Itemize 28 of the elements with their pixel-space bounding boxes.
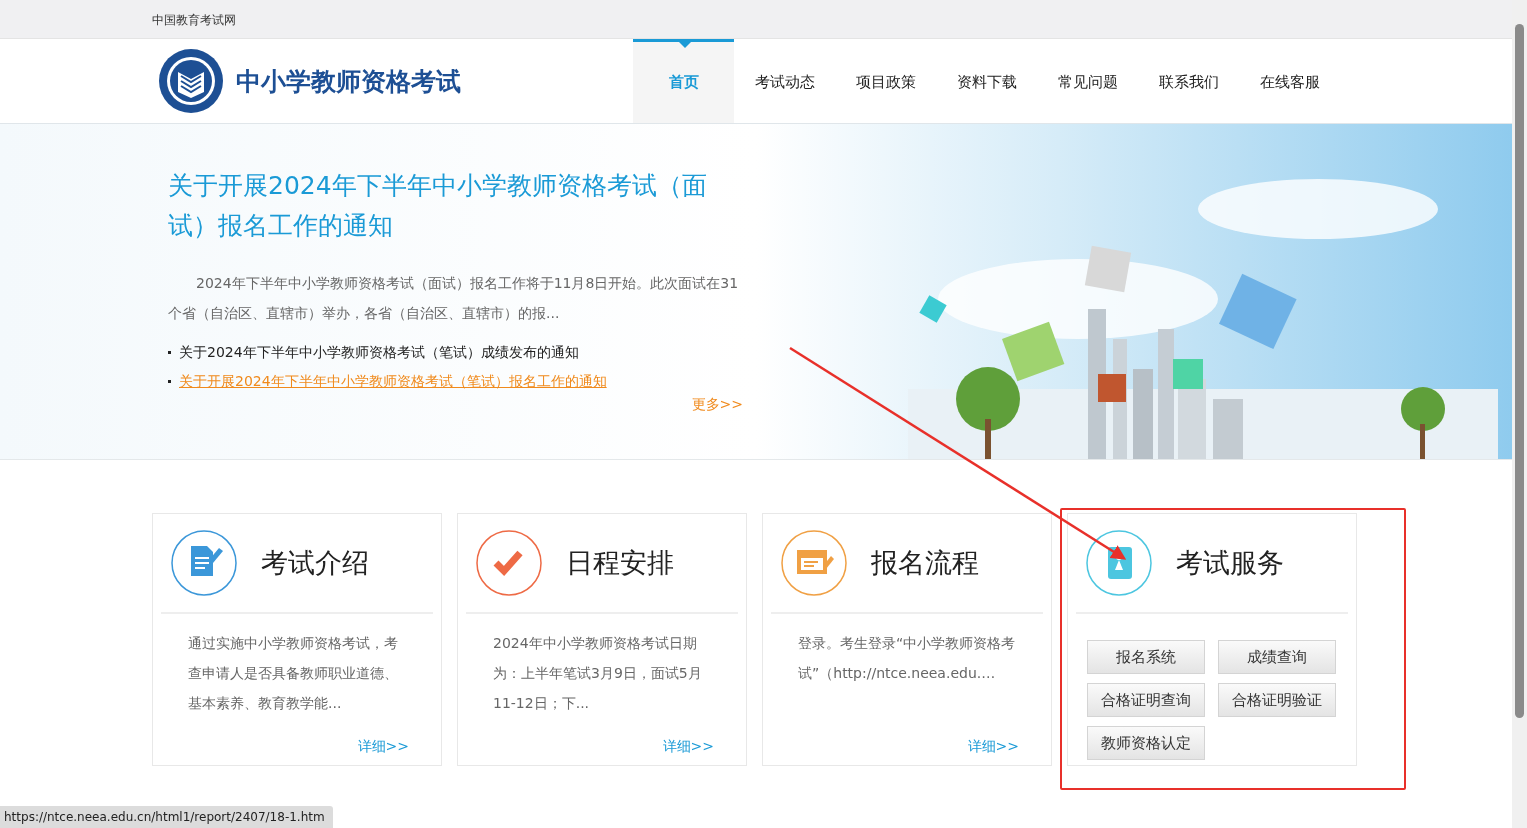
card-title: 考试服务 [1176, 546, 1284, 580]
nav-tab[interactable]: 资料下载 [936, 39, 1037, 123]
emblem-logo-icon[interactable] [158, 48, 224, 114]
site-title[interactable]: 中小学教师资格考试 [236, 64, 461, 98]
card-title: 报名流程 [871, 546, 979, 580]
nav-tab[interactable]: 常见问题 [1037, 39, 1138, 123]
news-summary: 2024年下半年中小学教师资格考试（面试）报名工作将于11月8日开始。此次面试在31个省（自治区、直辖市）举办，各省（自治区、直辖市）的报... [168, 274, 740, 323]
nav-tab[interactable]: 联系我们 [1138, 39, 1239, 123]
bullet-icon [168, 380, 171, 383]
news-link[interactable]: 关于2024年下半年中小学教师资格考试（笔试）成绩发布的通知 [179, 338, 579, 367]
scrollbar[interactable] [1512, 0, 1527, 828]
card-description: 登录。考生登录“中小学教师资格考试”（http://ntce.neea.edu.… [797, 634, 1017, 683]
service-button[interactable]: 报名系统 [1087, 640, 1205, 674]
nav-tab[interactable]: 项目政策 [835, 39, 936, 123]
service-button[interactable]: 合格证明查询 [1087, 683, 1205, 717]
nav-tab[interactable]: 在线客服 [1239, 39, 1340, 123]
card-description: 2024年中小学教师资格考试日期为：上半年笔试3月9日，面试5月11-12日；下... [492, 634, 703, 713]
service-button[interactable]: 教师资格认定 [1087, 726, 1205, 760]
service-button[interactable]: 合格证明验证 [1218, 683, 1336, 717]
bullet-icon [168, 351, 171, 354]
card-title: 日程安排 [566, 546, 674, 580]
nav-tab[interactable]: 考试动态 [734, 39, 835, 123]
site-name[interactable]: 中国教育考试网 [152, 13, 236, 27]
card-description: 通过实施中小学教师资格考试，考查申请人是否具备教师职业道德、基本素养、教育教学能... [187, 634, 399, 713]
scrollbar-thumb[interactable] [1515, 24, 1524, 718]
service-button[interactable]: 成绩查询 [1218, 640, 1336, 674]
status-bar-url: https://ntce.neea.edu.cn/html1/report/2407/18-1.htm [0, 806, 333, 828]
card-title: 考试介绍 [261, 546, 369, 580]
